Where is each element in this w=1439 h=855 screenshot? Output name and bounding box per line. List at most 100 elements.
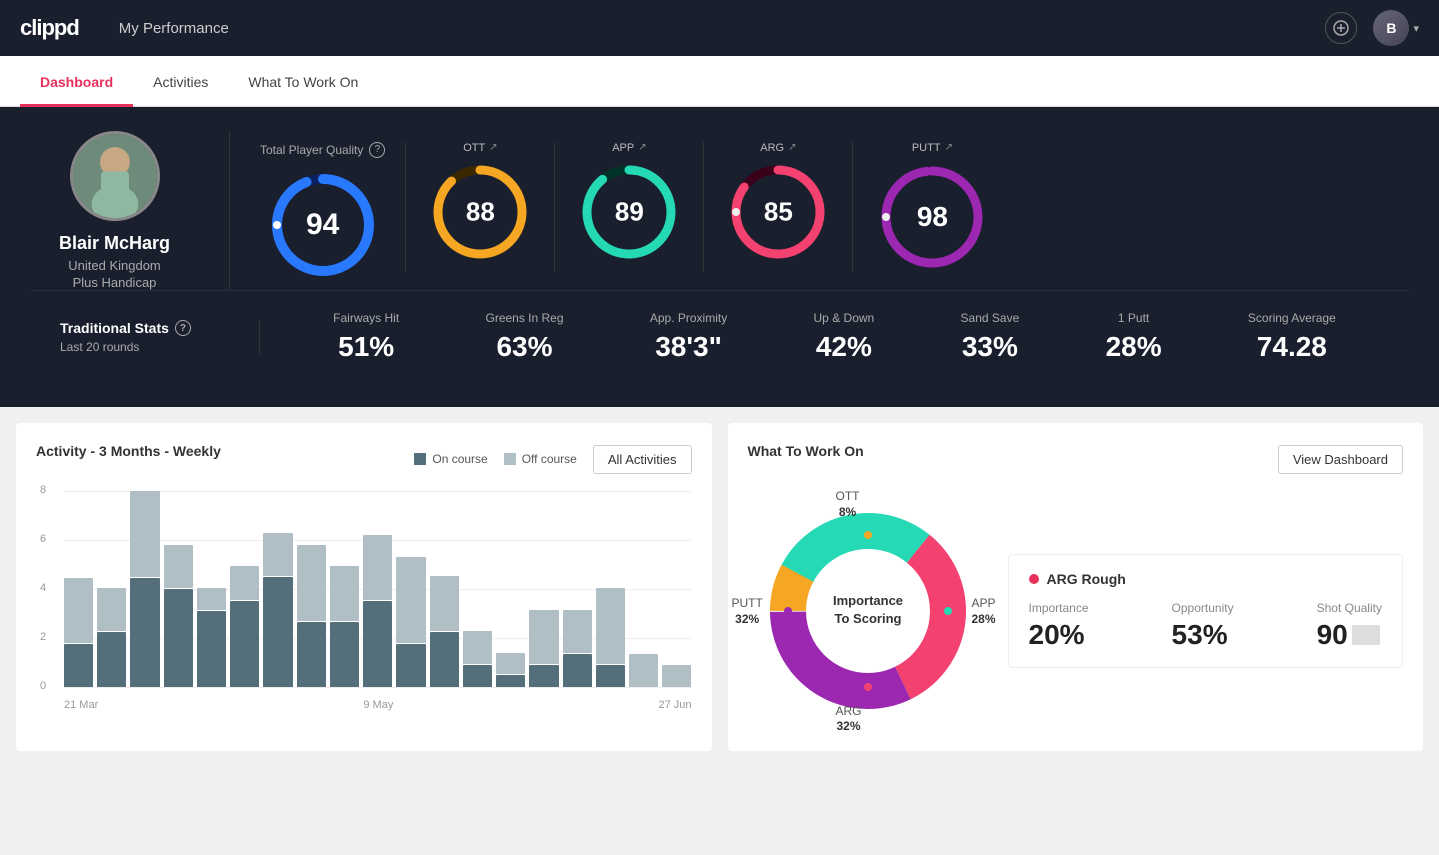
putt-value: 98 bbox=[917, 201, 948, 233]
bar-on-course bbox=[463, 665, 492, 687]
bar-off-course bbox=[430, 576, 459, 631]
bar-group bbox=[263, 491, 292, 687]
bar-group bbox=[330, 491, 359, 687]
bar-group bbox=[662, 491, 691, 687]
view-dashboard-button[interactable]: View Dashboard bbox=[1278, 445, 1403, 474]
bar-on-course bbox=[64, 644, 93, 687]
stat-proximity: App. Proximity 38'3" bbox=[650, 311, 727, 363]
putt-ring: 98 bbox=[877, 162, 987, 272]
bar-off-course bbox=[563, 610, 592, 653]
bar-group bbox=[230, 491, 259, 687]
stat-scoring-avg: Scoring Average 74.28 bbox=[1248, 311, 1336, 363]
bar-off-course bbox=[463, 631, 492, 664]
stat-fairways: Fairways Hit 51% bbox=[333, 311, 399, 363]
tpq-section: Total Player Quality ? 94 bbox=[260, 142, 385, 280]
legend-on-course: On course bbox=[414, 452, 487, 466]
bar-group bbox=[297, 491, 326, 687]
add-button[interactable] bbox=[1325, 12, 1357, 44]
bar-on-course bbox=[529, 665, 558, 687]
ott-arrow: ↗ bbox=[489, 142, 497, 153]
on-course-dot bbox=[414, 453, 426, 465]
hero-section: Blair McHarg United Kingdom Plus Handica… bbox=[0, 107, 1439, 407]
bar-group bbox=[363, 491, 392, 687]
app-logo: clippd bbox=[20, 15, 79, 41]
donut-chart: Importance To Scoring OTT 8% APP 28% bbox=[748, 491, 988, 731]
bar-on-course bbox=[297, 622, 326, 687]
tpq-label: Total Player Quality ? bbox=[260, 142, 385, 158]
bar-group bbox=[596, 491, 625, 687]
wtw-metric-importance: Importance 20% bbox=[1029, 601, 1089, 651]
bar-group bbox=[496, 491, 525, 687]
stats-help-icon[interactable]: ? bbox=[175, 320, 191, 336]
wtw-content: Importance To Scoring OTT 8% APP 28% bbox=[748, 491, 1404, 731]
bar-on-course bbox=[563, 654, 592, 687]
bar-on-course bbox=[197, 611, 226, 687]
player-info: Blair McHarg United Kingdom Plus Handica… bbox=[30, 131, 230, 290]
x-labels: 21 Mar 9 May 27 Jun bbox=[64, 699, 692, 711]
stat-greens: Greens In Reg 63% bbox=[485, 311, 563, 363]
bar-off-course bbox=[662, 665, 691, 687]
wtw-metric-shot-quality: Shot Quality 90 bbox=[1317, 601, 1382, 651]
tab-dashboard[interactable]: Dashboard bbox=[20, 56, 133, 107]
stats-items: Fairways Hit 51% Greens In Reg 63% App. … bbox=[260, 311, 1379, 363]
tab-activities[interactable]: Activities bbox=[133, 56, 228, 107]
arg-ring: 85 bbox=[728, 162, 828, 262]
bar-off-course bbox=[297, 545, 326, 621]
x-label-3: 27 Jun bbox=[658, 699, 691, 711]
off-course-dot bbox=[504, 453, 516, 465]
wtw-metrics: Importance 20% Opportunity 53% Shot Qual… bbox=[1029, 601, 1383, 651]
wtw-title: What To Work On bbox=[748, 443, 864, 459]
bar-on-course bbox=[164, 589, 193, 687]
bar-on-course bbox=[130, 578, 159, 687]
x-label-1: 21 Mar bbox=[64, 699, 98, 711]
score-rings: OTT ↗ 88 APP ↗ bbox=[405, 142, 987, 272]
all-activities-button[interactable]: All Activities bbox=[593, 445, 692, 474]
putt-arrow: ↗ bbox=[945, 142, 953, 153]
bar-group bbox=[430, 491, 459, 687]
chart-title: Activity - 3 Months - Weekly bbox=[36, 443, 221, 459]
quality-scores: Total Player Quality ? 94 bbox=[230, 142, 1409, 280]
score-putt: PUTT ↗ 98 bbox=[852, 142, 987, 272]
svg-text:To Scoring: To Scoring bbox=[834, 611, 901, 626]
arg-value: 85 bbox=[764, 196, 793, 227]
bar-off-course bbox=[97, 588, 126, 631]
stats-label: Traditional Stats ? Last 20 rounds bbox=[60, 320, 260, 354]
traditional-stats: Traditional Stats ? Last 20 rounds Fairw… bbox=[30, 290, 1409, 383]
user-menu[interactable]: B ▾ bbox=[1373, 10, 1419, 46]
tab-what-to-work-on[interactable]: What To Work On bbox=[228, 56, 378, 107]
app-ring: 89 bbox=[579, 162, 679, 262]
wtw-card: ARG Rough Importance 20% Opportunity 53%… bbox=[1008, 554, 1404, 668]
stat-sand-save: Sand Save 33% bbox=[961, 311, 1020, 363]
label-ott: OTT 8% bbox=[836, 489, 860, 520]
red-dot-icon bbox=[1029, 574, 1039, 584]
donut-svg: Importance To Scoring bbox=[748, 491, 988, 731]
stats-period: Last 20 rounds bbox=[60, 340, 229, 354]
hero-top: Blair McHarg United Kingdom Plus Handica… bbox=[30, 131, 1409, 290]
nav-title: My Performance bbox=[119, 20, 229, 37]
bar-off-course bbox=[496, 653, 525, 675]
user-dropdown-arrow: ▾ bbox=[1413, 22, 1419, 35]
tpq-help-icon[interactable]: ? bbox=[369, 142, 385, 158]
what-to-work-on-panel: What To Work On View Dashboard bbox=[728, 423, 1424, 751]
main-ring-value: 94 bbox=[306, 208, 339, 242]
x-label-2: 9 May bbox=[363, 699, 393, 711]
player-country: United Kingdom bbox=[68, 258, 161, 273]
bar-off-course bbox=[197, 588, 226, 610]
label-app: APP 28% bbox=[971, 596, 995, 627]
bar-off-course bbox=[263, 533, 292, 576]
bars-container bbox=[64, 491, 692, 687]
bar-off-course bbox=[596, 588, 625, 664]
bar-on-course bbox=[596, 665, 625, 687]
bar-group bbox=[164, 491, 193, 687]
svg-text:Importance: Importance bbox=[832, 593, 902, 608]
wtw-card-title: ARG Rough bbox=[1029, 571, 1383, 587]
bar-on-course bbox=[230, 601, 259, 687]
stat-1putt: 1 Putt 28% bbox=[1106, 311, 1162, 363]
label-putt: PUTT 32% bbox=[732, 596, 763, 627]
score-arg: ARG ↗ 85 bbox=[703, 142, 828, 272]
wtw-header: What To Work On View Dashboard bbox=[748, 443, 1404, 475]
ott-value: 88 bbox=[466, 196, 495, 227]
bar-group bbox=[629, 491, 658, 687]
bar-off-course bbox=[629, 654, 658, 687]
chart-area: 8 6 4 2 0 21 Mar 9 May 27 Jun bbox=[36, 491, 692, 711]
